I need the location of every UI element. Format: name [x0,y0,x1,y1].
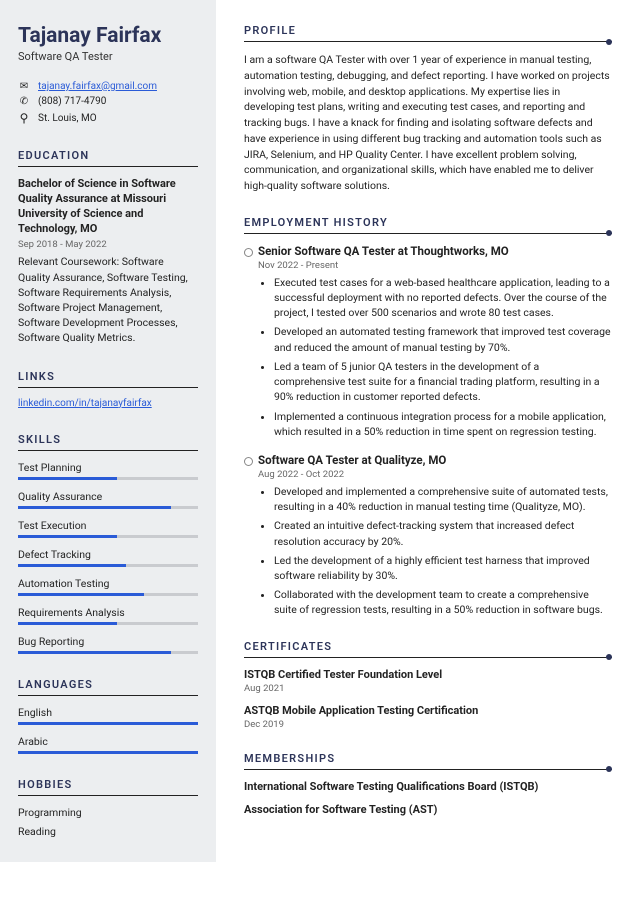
main-content: PROFILE I am a software QA Tester with o… [216,0,640,862]
divider [18,795,198,796]
divider [18,387,198,388]
certificate-date: Dec 2019 [244,719,612,730]
profile-heading: PROFILE [244,24,612,37]
job-bullets: Executed test cases for a web-based heal… [258,275,612,439]
job-bullet: Led a team of 5 junior QA testers in the… [274,359,612,405]
education-dates: Sep 2018 - May 2022 [18,239,198,250]
skill-label: Requirements Analysis [18,606,198,619]
hobby-item: Reading [18,825,198,838]
divider [18,166,198,167]
skill-bar [18,535,198,538]
education-heading: EDUCATION [18,149,198,162]
job-bullet: Developed and implemented a comprehensiv… [274,484,612,514]
language-label: English [18,706,198,719]
phone-icon: ✆ [18,96,30,107]
job-entry: Software QA Tester at Qualityze, MO Aug 2… [244,453,612,618]
links-heading: LINKS [18,370,198,383]
divider [18,450,198,451]
skill-item: Test Execution [18,519,198,538]
memberships-heading: MEMBERSHIPS [244,752,612,765]
certificate-entry: ISTQB Certified Tester Foundation Level A… [244,668,612,694]
profile-text: I am a software QA Tester with over 1 ye… [244,52,612,194]
sidebar: Tajanay Fairfax Software QA Tester ✉ taj… [0,0,216,862]
hobby-item: Programming [18,806,198,819]
skill-item: Automation Testing [18,577,198,596]
language-bar [18,722,198,725]
job-entry: Senior Software QA Tester at Thoughtwork… [244,244,612,439]
email-link[interactable]: tajanay.fairfax@gmail.com [38,81,157,92]
job-title: Senior Software QA Tester at Thoughtwork… [258,244,612,258]
skill-label: Bug Reporting [18,635,198,648]
job-title-label: Software QA Tester [18,50,198,63]
job-bullet: Executed test cases for a web-based heal… [274,275,612,321]
skill-bar [18,477,198,480]
skills-heading: SKILLS [18,433,198,446]
skill-item: Bug Reporting [18,635,198,654]
language-bar [18,751,198,754]
education-coursework: Relevant Coursework: Software Quality As… [18,254,198,345]
membership-entry: Association for Software Testing (AST) [244,803,612,816]
job-bullet: Created an intuitive defect-tracking sys… [274,518,612,548]
job-bullet: Implemented a continuous integration pro… [274,409,612,439]
language-item: Arabic [18,735,198,754]
email-icon: ✉ [18,81,30,92]
certificate-title: ISTQB Certified Tester Foundation Level [244,668,612,681]
job-title: Software QA Tester at Qualityze, MO [258,453,612,467]
contact-email-row: ✉ tajanay.fairfax@gmail.com [18,81,198,92]
skill-bar [18,564,198,567]
education-degree: Bachelor of Science in Software Quality … [18,177,198,236]
language-item: English [18,706,198,725]
divider [244,233,612,234]
language-label: Arabic [18,735,198,748]
skill-label: Automation Testing [18,577,198,590]
linkedin-link-row: linkedin.com/in/tajanayfairfax [18,398,198,409]
skill-label: Quality Assurance [18,490,198,503]
skill-bar [18,593,198,596]
skill-item: Requirements Analysis [18,606,198,625]
linkedin-link[interactable]: linkedin.com/in/tajanayfairfax [18,398,152,409]
skill-item: Test Planning [18,461,198,480]
job-dates: Nov 2022 - Present [258,260,612,271]
languages-heading: LANGUAGES [18,678,198,691]
skill-item: Defect Tracking [18,548,198,567]
skill-item: Quality Assurance [18,490,198,509]
skill-label: Test Planning [18,461,198,474]
location-icon: ⚲ [18,111,30,125]
job-bullet: Led the development of a highly efficien… [274,553,612,583]
certificates-heading: CERTIFICATES [244,640,612,653]
hobbies-heading: HOBBIES [18,778,198,791]
certificate-entry: ASTQB Mobile Application Testing Certifi… [244,704,612,730]
divider [244,769,612,770]
skill-label: Defect Tracking [18,548,198,561]
skill-bar [18,506,198,509]
job-bullets: Developed and implemented a comprehensiv… [258,484,612,618]
name: Tajanay Fairfax [18,24,198,48]
job-bullet: Developed an automated testing framework… [274,324,612,354]
certificate-title: ASTQB Mobile Application Testing Certifi… [244,704,612,717]
skill-label: Test Execution [18,519,198,532]
skill-bar [18,651,198,654]
divider [244,41,612,42]
certificate-date: Aug 2021 [244,683,612,694]
contact-location-row: ⚲ St. Louis, MO [18,111,198,125]
membership-entry: International Software Testing Qualifica… [244,780,612,793]
job-bullet: Collaborated with the development team t… [274,587,612,617]
employment-heading: EMPLOYMENT HISTORY [244,216,612,229]
location-text: St. Louis, MO [38,113,97,124]
contact-phone-row: ✆ (808) 717-4790 [18,96,198,107]
phone-text: (808) 717-4790 [38,96,106,107]
skill-bar [18,622,198,625]
divider [244,657,612,658]
divider [18,695,198,696]
job-dates: Aug 2022 - Oct 2022 [258,469,612,480]
